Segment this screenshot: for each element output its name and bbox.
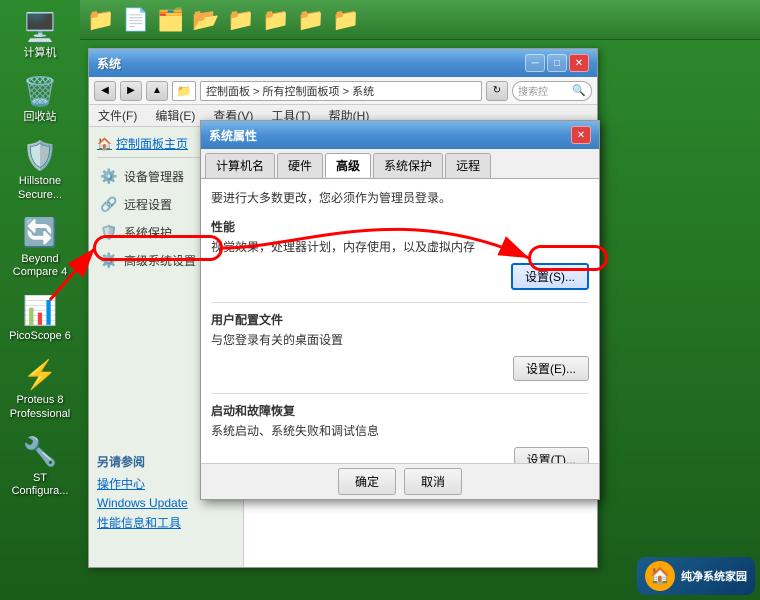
recycle-label: 回收站 — [24, 111, 57, 124]
picoscope-label: PicoScope 6 — [9, 330, 71, 343]
stconfig-icon: 🔧 — [22, 434, 58, 470]
folder-icon: 📁 — [172, 81, 196, 101]
desktop-icon-stconfig[interactable]: 🔧 ST Configura... — [4, 430, 76, 502]
tab-advanced[interactable]: 高级 — [325, 153, 371, 178]
close-button[interactable]: ✕ — [569, 54, 589, 72]
desktop-icon-picoscope[interactable]: 📊 PicoScope 6 — [4, 288, 76, 347]
taskbar-icon-8[interactable]: 📁 — [330, 4, 362, 36]
dialog-close-button[interactable]: ✕ — [571, 126, 591, 144]
search-icon: 🔍 — [572, 84, 586, 97]
remote-settings-icon: 🔗 — [99, 194, 119, 214]
recycle-icon: 🗑️ — [22, 73, 58, 109]
computer-label: 计算机 — [24, 47, 57, 60]
desktop-icon-hillstone[interactable]: 🛡️ Hillstone Secure... — [4, 133, 76, 205]
performance-info-link[interactable]: 性能信息和工具 — [97, 514, 235, 531]
taskbar-icon-7[interactable]: 📁 — [295, 4, 327, 36]
proteus-label: Proteus 8 Professional — [8, 394, 72, 420]
tab-hardware[interactable]: 硬件 — [277, 153, 323, 178]
device-manager-icon: ⚙️ — [99, 166, 119, 186]
advanced-settings-icon: ⚙️ — [99, 250, 119, 270]
dialog-footer: 确定 取消 — [201, 463, 599, 499]
performance-settings-button[interactable]: 设置(S)... — [511, 263, 589, 290]
dialog-section-performance: 性能 视觉效果，处理器计划，内存使用，以及虚拟内存 设置(S)... — [211, 218, 589, 290]
maximize-button[interactable]: □ — [547, 54, 567, 72]
desktop-icon-beyondcompare[interactable]: 🔄 Beyond Compare 4 — [4, 211, 76, 283]
tab-system-protection[interactable]: 系统保护 — [373, 153, 443, 178]
watermark-logo: 🏠 — [645, 561, 675, 591]
desktop: 📁 📄 🗂️ 📂 📁 📁 📁 📁 🖥️ 计算机 🗑️ 回收站 🛡️ Hillst… — [0, 0, 760, 600]
picoscope-icon: 📊 — [22, 292, 58, 328]
watermark: 🏠 纯净系统家园 — [637, 557, 755, 595]
dialog-notice: 要进行大多数更改，您必须作为管理员登录。 — [211, 189, 589, 206]
cancel-button[interactable]: 取消 — [404, 468, 462, 495]
desktop-icon-recycle[interactable]: 🗑️ 回收站 — [4, 69, 76, 128]
menu-file[interactable]: 文件(F) — [94, 105, 141, 126]
address-path[interactable]: 控制面板 > 所有控制面板项 > 系统 — [200, 81, 482, 101]
beyondcompare-label: Beyond Compare 4 — [8, 253, 72, 279]
taskbar-icon-4[interactable]: 📂 — [190, 4, 222, 36]
dialog-section-startup: 启动和故障恢复 系统启动、系统失败和调试信息 设置(T)... — [211, 402, 589, 463]
beyondcompare-icon: 🔄 — [22, 215, 58, 251]
ok-button[interactable]: 确定 — [338, 468, 396, 495]
search-box[interactable]: 搜索控 🔍 — [512, 81, 592, 101]
minimize-button[interactable]: ─ — [525, 54, 545, 72]
dialog-tabs: 计算机名 硬件 高级 系统保护 远程 — [201, 149, 599, 179]
hillstone-label: Hillstone Secure... — [8, 175, 72, 201]
desktop-icon-computer[interactable]: 🖥️ 计算机 — [4, 5, 76, 64]
taskbar-icon-1[interactable]: 📁 — [85, 4, 117, 36]
taskbar-icon-6[interactable]: 📁 — [260, 4, 292, 36]
proteus-icon: ⚡ — [22, 356, 58, 392]
tab-computer-name[interactable]: 计算机名 — [205, 153, 275, 178]
userprofile-settings-button[interactable]: 设置(E)... — [513, 356, 589, 381]
computer-icon: 🖥️ — [22, 9, 58, 45]
taskbar-icon-3[interactable]: 🗂️ — [155, 4, 187, 36]
dialog-content: 要进行大多数更改，您必须作为管理员登录。 性能 视觉效果，处理器计划，内存使用，… — [201, 179, 599, 463]
desktop-icons: 🖥️ 计算机 🗑️ 回收站 🛡️ Hillstone Secure... 🔄 B… — [0, 0, 80, 600]
dialog-titlebar: 系统属性 ✕ — [201, 121, 599, 149]
hillstone-icon: 🛡️ — [22, 137, 58, 173]
menu-edit[interactable]: 编辑(E) — [151, 105, 199, 126]
address-bar: ◀ ▶ ▲ 📁 控制面板 > 所有控制面板项 > 系统 ↻ 搜索控 🔍 — [89, 77, 597, 105]
forward-button[interactable]: ▶ — [120, 81, 142, 101]
stconfig-label: ST Configura... — [8, 472, 72, 498]
system-protection-icon: 🛡️ — [99, 222, 119, 242]
taskbar-top: 📁 📄 🗂️ 📂 📁 📁 📁 📁 — [80, 0, 760, 40]
taskbar-icon-2[interactable]: 📄 — [120, 4, 152, 36]
watermark-text: 纯净系统家园 — [681, 568, 747, 584]
system-properties-dialog: 系统属性 ✕ 计算机名 硬件 高级 系统保护 远程 要进行大多数更改，您必须作为… — [200, 120, 600, 500]
up-button[interactable]: ▲ — [146, 81, 168, 101]
dialog-section-userprofile: 用户配置文件 与您登录有关的桌面设置 设置(E)... — [211, 311, 589, 381]
taskbar-icon-5[interactable]: 📁 — [225, 4, 257, 36]
explorer-title: 系统 — [97, 55, 121, 72]
tab-remote[interactable]: 远程 — [445, 153, 491, 178]
dialog-title: 系统属性 — [209, 127, 257, 144]
explorer-titlebar: 系统 ─ □ ✕ — [89, 49, 597, 77]
home-icon: 🏠 — [97, 137, 112, 151]
back-button[interactable]: ◀ — [94, 81, 116, 101]
desktop-icon-proteus[interactable]: ⚡ Proteus 8 Professional — [4, 352, 76, 424]
refresh-button[interactable]: ↻ — [486, 81, 508, 101]
window-controls: ─ □ ✕ — [525, 54, 589, 72]
startup-settings-button[interactable]: 设置(T)... — [514, 447, 589, 463]
